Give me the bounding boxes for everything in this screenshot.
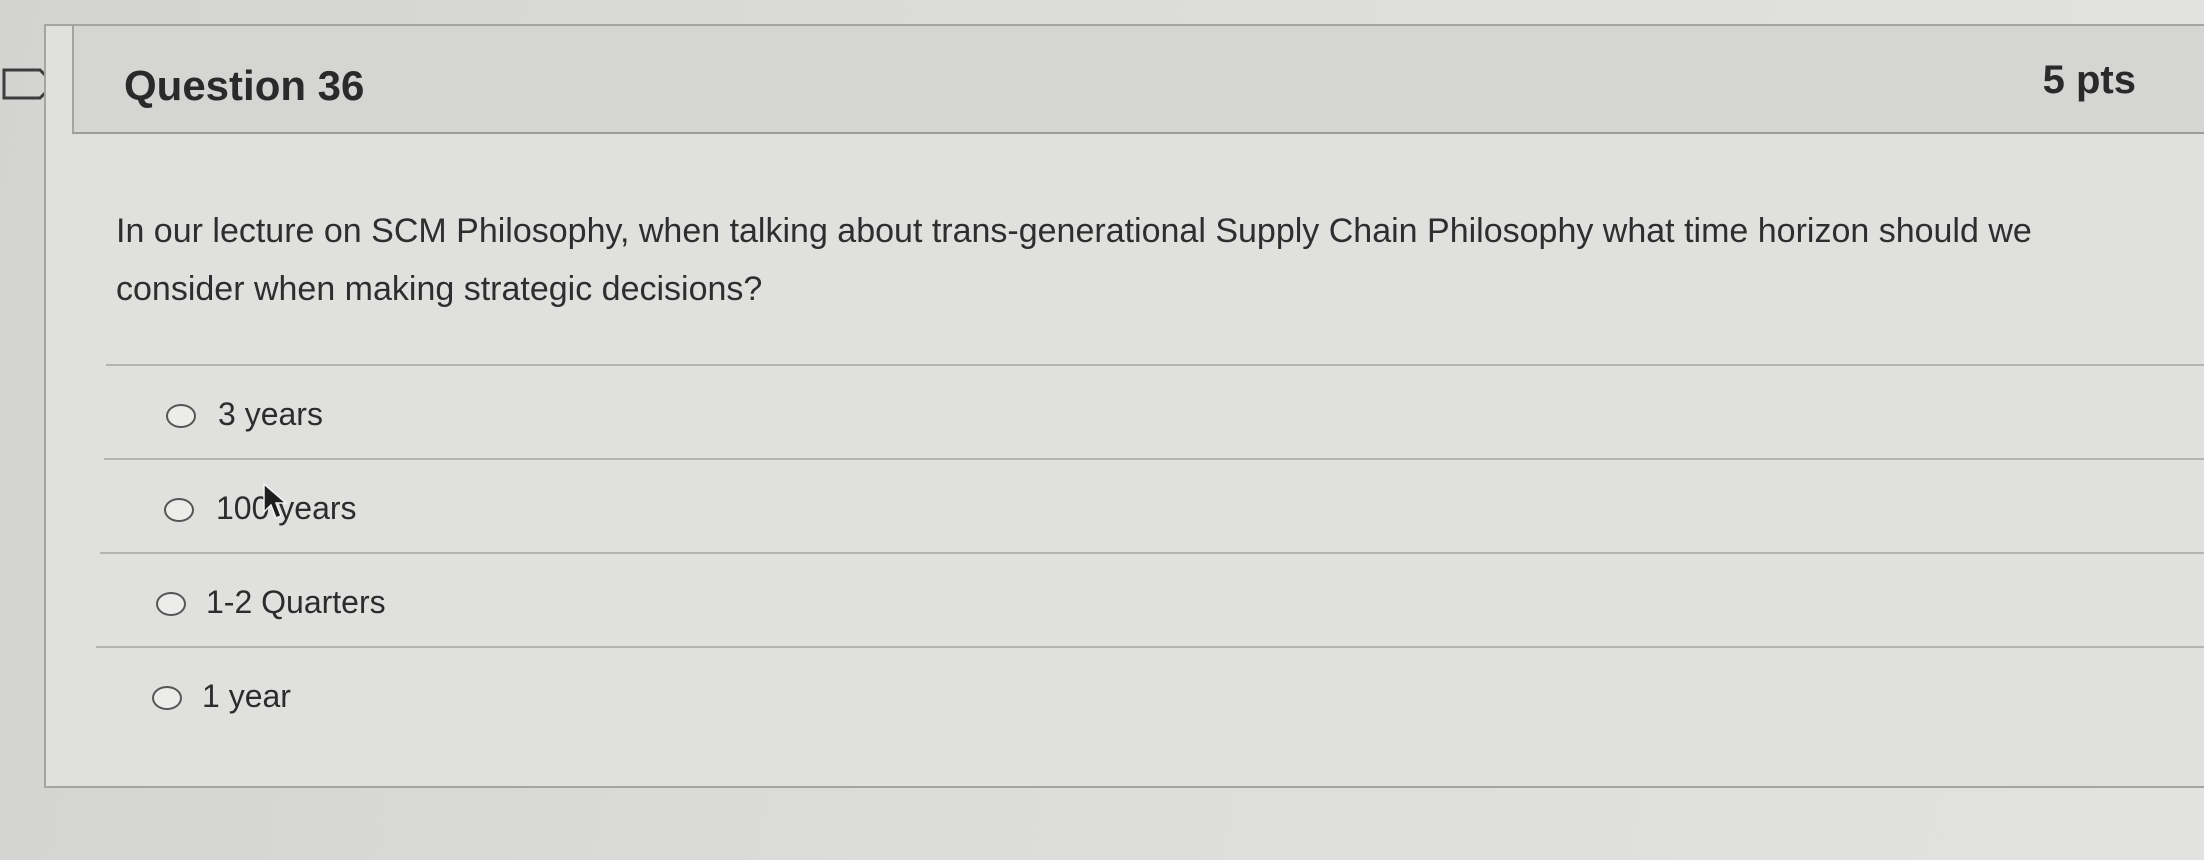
question-card: Question 36 5 pts In our lecture on SCM … — [44, 24, 2204, 788]
quiz-page: Question 36 5 pts In our lecture on SCM … — [0, 0, 2204, 860]
radio-button-icon[interactable] — [164, 498, 194, 522]
question-title: Question 36 — [124, 62, 365, 109]
question-text: In our lecture on SCM Philosophy, when t… — [116, 212, 2032, 308]
answer-option[interactable]: 1 year — [96, 646, 2204, 740]
answer-label[interactable]: 1-2 Quarters — [206, 584, 386, 621]
answer-option[interactable]: 3 years — [106, 364, 2204, 458]
radio-button-icon[interactable] — [156, 592, 186, 616]
answer-option[interactable]: 100 years — [104, 458, 2204, 552]
answer-label[interactable]: 1 year — [202, 678, 291, 715]
mouse-pointer-icon — [263, 482, 288, 519]
answer-list: 3 years 100 years 1-2 Quarters 1 year — [96, 364, 2204, 740]
radio-button-icon[interactable] — [152, 686, 182, 710]
radio-button-icon[interactable] — [166, 404, 196, 428]
question-points: 5 pts — [2042, 58, 2136, 102]
question-header: Question 36 5 pts — [72, 26, 2204, 134]
answer-label[interactable]: 3 years — [218, 396, 323, 433]
answer-option[interactable]: 1-2 Quarters — [100, 552, 2204, 646]
